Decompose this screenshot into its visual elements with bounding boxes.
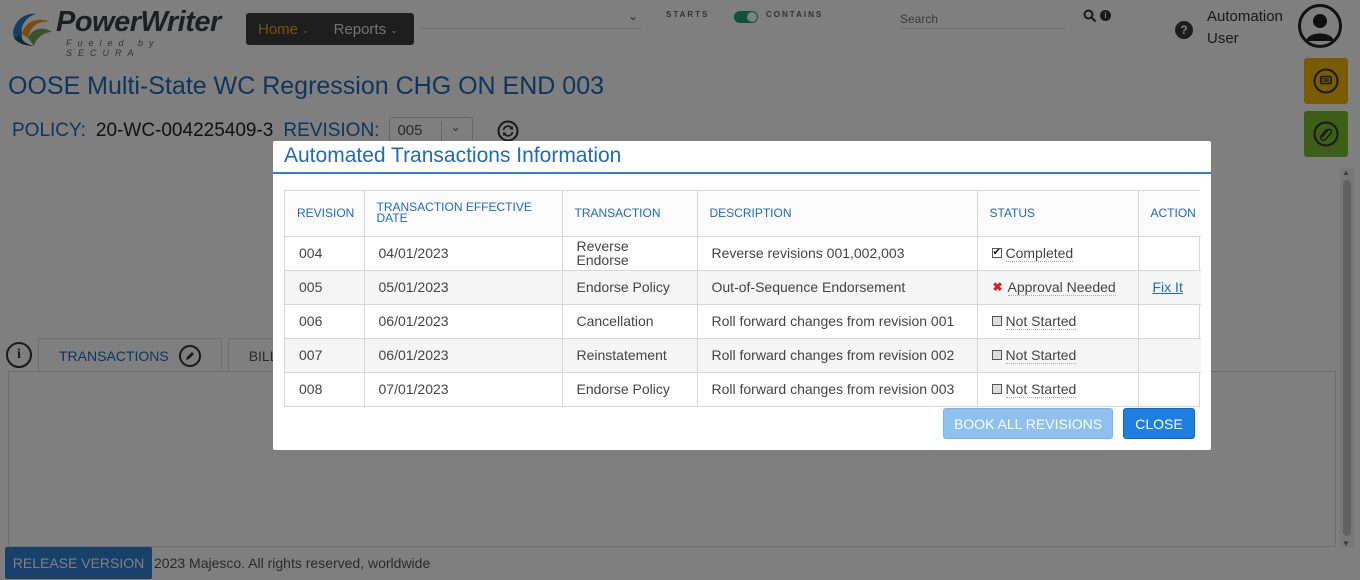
- cell-revision: 006: [285, 304, 365, 339]
- cell-description: Reverse revisions 001,002,003: [697, 236, 978, 271]
- column-header-revision[interactable]: REVISION: [285, 191, 365, 237]
- table-row: 006 06/01/2023 Cancellation Roll forward…: [285, 304, 1201, 339]
- cell-date: 04/01/2023: [364, 236, 563, 271]
- fix-it-link[interactable]: Fix It: [1153, 279, 1183, 295]
- table-row: 005 05/01/2023 Endorse Policy Out-of-Seq…: [285, 270, 1201, 305]
- modal-title: Automated Transactions Information: [284, 144, 622, 167]
- cell-action: Fix It: [1138, 270, 1201, 305]
- status-text: Not Started: [1005, 346, 1077, 364]
- cell-transaction: Cancellation: [562, 304, 698, 339]
- cell-transaction: Endorse Policy: [562, 270, 698, 305]
- table-row: 007 06/01/2023 Reinstatement Roll forwar…: [285, 338, 1201, 373]
- close-button[interactable]: CLOSE: [1123, 408, 1195, 439]
- cell-description: Roll forward changes from revision 002: [697, 338, 978, 373]
- unchecked-box-icon: [991, 316, 1002, 326]
- cell-date: 05/01/2023: [364, 270, 563, 305]
- unchecked-box-icon: [991, 350, 1002, 360]
- table-header-row: REVISION TRANSACTION EFFECTIVE DATE TRAN…: [285, 191, 1201, 237]
- cell-status: Not Started: [977, 372, 1139, 406]
- table-row: 008 07/01/2023 Endorse Policy Roll forwa…: [285, 372, 1201, 406]
- table-row: 004 04/01/2023 Reverse Endorse Reverse r…: [285, 236, 1201, 271]
- cell-description: Out-of-Sequence Endorsement: [697, 270, 978, 305]
- column-header-status[interactable]: STATUS: [977, 191, 1139, 237]
- column-header-effective-date[interactable]: TRANSACTION EFFECTIVE DATE: [364, 191, 563, 237]
- cell-action: [1138, 236, 1201, 271]
- cell-status: Not Started: [977, 304, 1139, 339]
- cell-revision: 004: [285, 236, 365, 271]
- cell-transaction: Reinstatement: [562, 338, 698, 373]
- transactions-table: REVISION TRANSACTION EFFECTIVE DATE TRAN…: [285, 191, 1201, 406]
- cell-revision: 008: [285, 372, 365, 406]
- cell-date: 06/01/2023: [364, 304, 563, 339]
- cell-action: [1138, 338, 1201, 373]
- cell-status: Completed: [977, 236, 1139, 271]
- cell-date: 07/01/2023: [364, 372, 563, 406]
- book-all-revisions-button[interactable]: BOOK ALL REVISIONS: [943, 408, 1113, 439]
- column-header-action: ACTION: [1138, 191, 1201, 237]
- error-x-icon: ✖: [992, 280, 1003, 294]
- column-header-description[interactable]: DESCRIPTION: [697, 191, 978, 237]
- status-text: Not Started: [1005, 312, 1077, 330]
- cell-transaction: Reverse Endorse: [562, 236, 698, 271]
- cell-description: Roll forward changes from revision 003: [697, 372, 978, 406]
- status-text: Approval Needed: [1007, 278, 1116, 296]
- cell-status: ✖ Approval Needed: [977, 270, 1139, 305]
- status-text: Not Started: [1005, 380, 1077, 398]
- cell-action: [1138, 304, 1201, 339]
- checked-box-icon: [991, 246, 1002, 260]
- automated-transactions-modal: Automated Transactions Information REVIS…: [273, 141, 1211, 450]
- cell-transaction: Endorse Policy: [562, 372, 698, 406]
- cell-status: Not Started: [977, 338, 1139, 373]
- modal-title-divider: [273, 172, 1211, 174]
- column-header-transaction[interactable]: TRANSACTION: [562, 191, 698, 237]
- cell-revision: 005: [285, 270, 365, 305]
- cell-date: 06/01/2023: [364, 338, 563, 373]
- unchecked-box-icon: [991, 384, 1002, 395]
- transactions-table-wrapper: REVISION TRANSACTION EFFECTIVE DATE TRAN…: [284, 190, 1201, 407]
- status-text: Completed: [1005, 244, 1074, 262]
- cell-revision: 007: [285, 338, 365, 373]
- cell-description: Roll forward changes from revision 001: [697, 304, 978, 339]
- cell-action: [1138, 372, 1201, 406]
